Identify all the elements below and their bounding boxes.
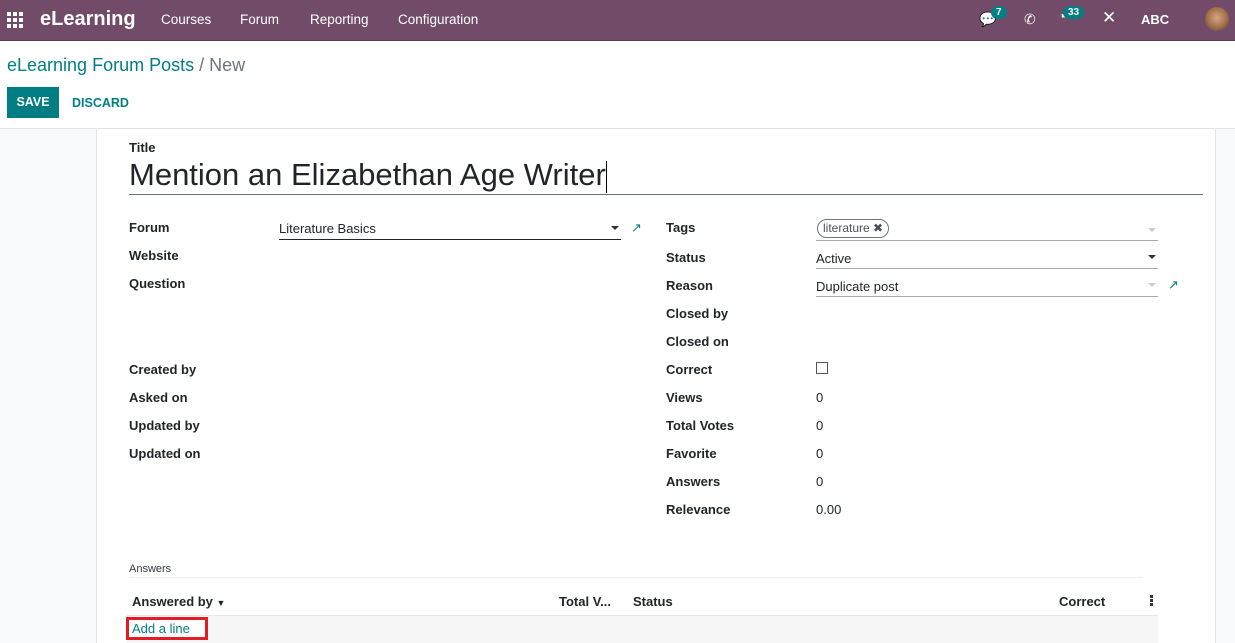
activities-badge: 33 (1063, 6, 1085, 19)
correct-checkbox[interactable] (816, 362, 828, 374)
company-switcher[interactable]: ABC (1141, 12, 1169, 27)
menu-reporting[interactable]: Reporting (310, 12, 369, 27)
updated-by-label: Updated by (129, 418, 200, 433)
status-value: Active (816, 251, 852, 266)
favorite-value: 0 (816, 446, 824, 461)
top-navbar: eLearning Courses Forum Reporting Config… (0, 0, 1235, 41)
menu-configuration[interactable]: Configuration (398, 12, 478, 27)
reason-value: Duplicate post (816, 279, 899, 294)
column-total-votes[interactable]: Total V... (559, 594, 611, 609)
column-correct[interactable]: Correct (1059, 594, 1105, 609)
forum-value: Literature Basics (279, 221, 376, 236)
messages-badge: 7 (991, 6, 1007, 19)
total-votes-value: 0 (816, 418, 824, 433)
add-a-line-button[interactable]: Add a line (126, 617, 208, 640)
answers-section-label: Answers (129, 563, 172, 575)
title-label: Title (129, 140, 156, 155)
column-answered-by[interactable]: Answered by ▼ (132, 594, 225, 609)
sheet-background (1215, 129, 1235, 643)
favorite-label: Favorite (666, 446, 717, 461)
website-label: Website (129, 248, 179, 263)
closed-by-label: Closed by (666, 306, 729, 321)
breadcrumb-current: New (209, 55, 246, 75)
chevron-down-icon (1148, 255, 1156, 259)
chevron-down-icon (611, 226, 619, 230)
apps-menu-icon[interactable] (7, 12, 23, 28)
menu-courses[interactable]: Courses (161, 12, 211, 27)
tags-label: Tags (666, 220, 696, 235)
external-link-icon[interactable]: ↗ (631, 221, 643, 234)
title-input[interactable]: Mention an Elizabethan Age Writer (129, 156, 1203, 195)
text-cursor (605, 160, 607, 193)
closed-on-label: Closed on (666, 334, 729, 349)
user-avatar[interactable] (1205, 7, 1229, 31)
correct-label: Correct (666, 362, 713, 377)
tag-label: literature (823, 221, 870, 235)
breadcrumb-separator: / (199, 55, 205, 75)
created-by-label: Created by (129, 362, 197, 377)
views-label: Views (666, 390, 703, 405)
remove-tag-icon[interactable]: ✖ (873, 221, 883, 235)
app-brand[interactable]: eLearning (40, 8, 136, 31)
updated-on-label: Updated on (129, 446, 201, 461)
reason-select[interactable]: Duplicate post (816, 275, 1158, 297)
breadcrumb: eLearning Forum Posts / New (7, 55, 245, 76)
external-link-icon[interactable]: ↗ (1168, 278, 1180, 291)
relevance-value: 0.00 (816, 502, 842, 517)
answers-count-label: Answers (666, 474, 721, 489)
breadcrumb-parent[interactable]: eLearning Forum Posts (7, 55, 194, 75)
divider (0, 128, 1235, 129)
discard-button[interactable]: DISCARD (72, 96, 129, 110)
answers-table-body (127, 615, 1158, 643)
question-label: Question (129, 276, 186, 291)
column-status[interactable]: Status (633, 594, 673, 609)
tag-literature: literature ✖ (817, 219, 890, 238)
status-label: Status (666, 250, 706, 265)
sort-caret-icon: ▼ (216, 598, 226, 608)
sheet-background (0, 129, 97, 643)
menu-forum[interactable]: Forum (240, 12, 279, 27)
optional-columns-icon[interactable] (1150, 595, 1153, 607)
tools-icon[interactable]: ✕ (1102, 8, 1116, 28)
asked-on-label: Asked on (129, 390, 188, 405)
divider (129, 577, 1143, 578)
relevance-label: Relevance (666, 502, 731, 517)
total-votes-label: Total Votes (666, 418, 735, 433)
phone-icon[interactable]: ✆ (1024, 11, 1036, 28)
column-label: Answered by (132, 594, 213, 609)
chevron-down-icon (1148, 228, 1156, 232)
forum-label: Forum (129, 220, 170, 235)
reason-label: Reason (666, 278, 713, 293)
chevron-down-icon (1148, 283, 1156, 287)
answers-count-value: 0 (816, 474, 824, 489)
forum-select[interactable]: Literature Basics (279, 218, 621, 240)
status-select[interactable]: Active (816, 247, 1158, 269)
title-value: Mention an Elizabethan Age Writer (129, 157, 606, 192)
views-value: 0 (816, 390, 824, 405)
save-button[interactable]: SAVE (7, 87, 59, 118)
